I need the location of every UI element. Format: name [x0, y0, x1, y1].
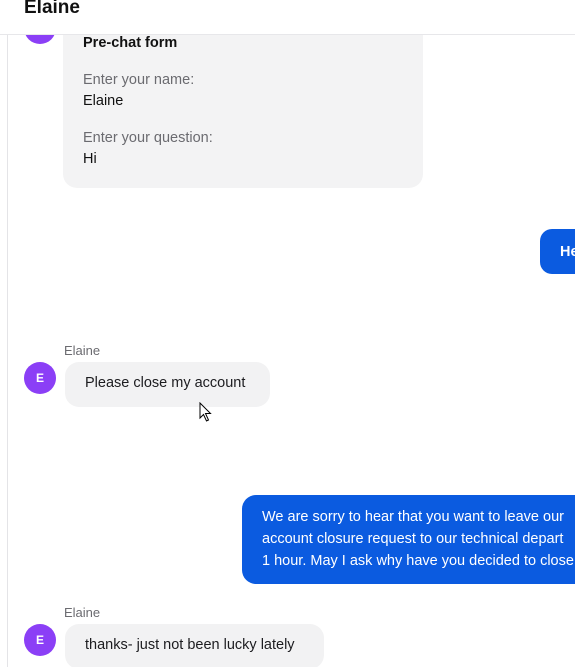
avatar: E — [24, 624, 56, 656]
avatar-initial: E — [35, 371, 44, 385]
message-text: He — [560, 244, 575, 260]
user-message-bubble: Please close my account — [65, 362, 270, 407]
message-text: thanks- just not been lucky lately — [85, 637, 295, 653]
left-divider — [7, 0, 8, 667]
prechat-form-card: Pre-chat form Enter your name: Elaine En… — [63, 18, 423, 188]
chat-header: Elaine — [0, 0, 575, 35]
name-value: Elaine — [83, 93, 124, 109]
mouse-pointer-icon — [199, 402, 212, 422]
chat-window: Elaine Pre-chat form Enter your name: El… — [0, 0, 575, 667]
agent-message-bubble: He — [540, 229, 575, 274]
avatar-initial: E — [35, 633, 44, 647]
agent-message-bubble: We are sorry to hear that you want to le… — [242, 495, 575, 584]
avatar: E — [24, 362, 56, 394]
question-value: Hi — [83, 151, 97, 167]
message-text: Please close my account — [85, 375, 246, 391]
message-line: 1 hour. May I ask why have you decided t… — [262, 553, 574, 569]
user-message-bubble: thanks- just not been lucky lately — [65, 624, 324, 667]
question-label: Enter your question: — [83, 130, 213, 146]
message-text: We are sorry to hear that you want to le… — [262, 506, 574, 572]
prechat-form-title: Pre-chat form — [83, 35, 178, 51]
sender-name: Elaine — [64, 343, 101, 358]
message-line: We are sorry to hear that you want to le… — [262, 509, 564, 525]
name-label: Enter your name: — [83, 72, 195, 88]
message-line: account closure request to our technical… — [262, 531, 564, 547]
chat-title: Elaine — [24, 0, 80, 18]
sender-name: Elaine — [64, 605, 101, 620]
